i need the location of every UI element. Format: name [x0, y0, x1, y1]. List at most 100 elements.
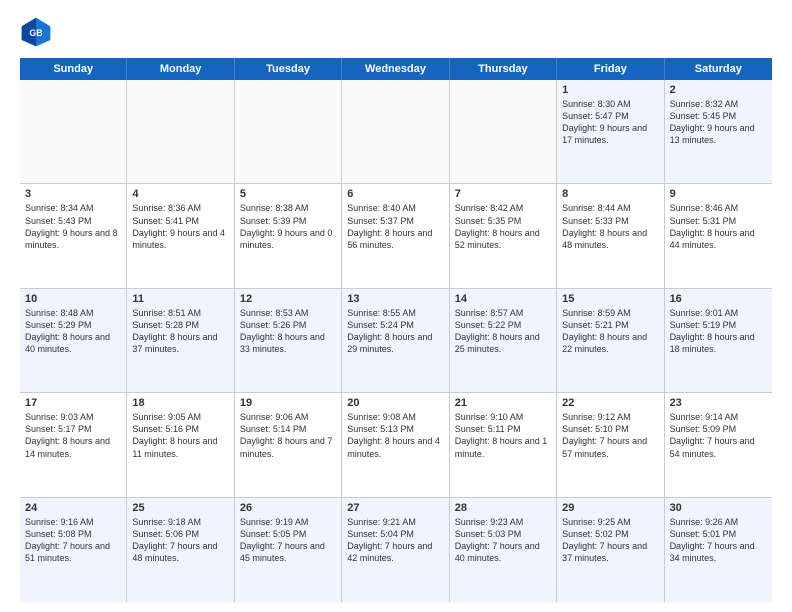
day-number: 7: [455, 188, 551, 200]
calendar-cell: [20, 80, 127, 183]
svg-text:GB: GB: [29, 28, 42, 38]
day-number: 20: [347, 397, 443, 409]
header-day-monday: Monday: [127, 58, 234, 80]
calendar-cell: 20Sunrise: 9:08 AM Sunset: 5:13 PM Dayli…: [342, 393, 449, 496]
day-number: 21: [455, 397, 551, 409]
calendar-header: SundayMondayTuesdayWednesdayThursdayFrid…: [20, 58, 772, 80]
calendar-cell: 12 Sunrise: 8:53 AM Sunset: 5:26 PM Dayli…: [235, 289, 342, 392]
day-info: Sunrise: 9:26 AM Sunset: 5:01 PM Dayligh…: [670, 516, 767, 565]
calendar-cell: 6Sunrise: 8:40 AM Sunset: 5:37 PM Daylig…: [342, 184, 449, 287]
day-number: 8: [562, 188, 658, 200]
calendar-cell: 22Sunrise: 9:12 AM Sunset: 5:10 PM Dayli…: [557, 393, 664, 496]
logo: GB: [20, 16, 56, 48]
day-number: 28: [455, 502, 551, 514]
day-info: Sunrise: 8:40 AM Sunset: 5:37 PM Dayligh…: [347, 202, 443, 251]
day-info: Sunrise: 8:38 AM Sunset: 5:39 PM Dayligh…: [240, 202, 336, 251]
calendar-cell: 10 Sunrise: 8:48 AM Sunset: 5:29 PM Dayli…: [20, 289, 127, 392]
calendar-cell: 25 Sunrise: 9:18 AM Sunset: 5:06 PM Dayli…: [127, 498, 234, 602]
calendar-cell: 2Sunrise: 8:32 AM Sunset: 5:45 PM Daylig…: [665, 80, 772, 183]
header-day-friday: Friday: [557, 58, 664, 80]
day-number: 3: [25, 188, 121, 200]
header-day-saturday: Saturday: [665, 58, 772, 80]
calendar-row-4: 17 Sunrise: 9:03 AM Sunset: 5:17 PM Dayli…: [20, 393, 772, 497]
day-info: Sunrise: 9:18 AM Sunset: 5:06 PM Dayligh…: [132, 516, 228, 565]
calendar-cell: 18Sunrise: 9:05 AM Sunset: 5:16 PM Dayli…: [127, 393, 234, 496]
logo-icon: GB: [20, 16, 52, 48]
day-info: Sunrise: 8:30 AM Sunset: 5:47 PM Dayligh…: [562, 98, 658, 147]
day-info: Sunrise: 9:21 AM Sunset: 5:04 PM Dayligh…: [347, 516, 443, 565]
calendar-cell: 16 Sunrise: 9:01 AM Sunset: 5:19 PM Dayli…: [665, 289, 772, 392]
day-number: 11: [132, 293, 228, 305]
calendar-cell: [450, 80, 557, 183]
day-info: Sunrise: 9:05 AM Sunset: 5:16 PM Dayligh…: [132, 411, 228, 460]
calendar-cell: 4Sunrise: 8:36 AM Sunset: 5:41 PM Daylig…: [127, 184, 234, 287]
day-info: Sunrise: 8:57 AM Sunset: 5:22 PM Dayligh…: [455, 307, 551, 356]
day-number: 14: [455, 293, 551, 305]
day-number: 25: [132, 502, 228, 514]
day-info: Sunrise: 9:14 AM Sunset: 5:09 PM Dayligh…: [670, 411, 767, 460]
calendar-cell: [127, 80, 234, 183]
calendar-cell: 27 Sunrise: 9:21 AM Sunset: 5:04 PM Dayli…: [342, 498, 449, 602]
calendar-cell: [342, 80, 449, 183]
day-number: 17: [25, 397, 121, 409]
calendar-cell: 11 Sunrise: 8:51 AM Sunset: 5:28 PM Dayli…: [127, 289, 234, 392]
calendar: SundayMondayTuesdayWednesdayThursdayFrid…: [20, 58, 772, 602]
header-day-wednesday: Wednesday: [342, 58, 449, 80]
header-day-tuesday: Tuesday: [235, 58, 342, 80]
day-info: Sunrise: 8:51 AM Sunset: 5:28 PM Dayligh…: [132, 307, 228, 356]
day-number: 27: [347, 502, 443, 514]
day-info: Sunrise: 8:34 AM Sunset: 5:43 PM Dayligh…: [25, 202, 121, 251]
day-info: Sunrise: 8:42 AM Sunset: 5:35 PM Dayligh…: [455, 202, 551, 251]
day-number: 30: [670, 502, 767, 514]
calendar-cell: 19Sunrise: 9:06 AM Sunset: 5:14 PM Dayli…: [235, 393, 342, 496]
day-number: 23: [670, 397, 767, 409]
day-number: 2: [670, 84, 767, 96]
calendar-cell: 15Sunrise: 8:59 AM Sunset: 5:21 PM Dayli…: [557, 289, 664, 392]
calendar-cell: 14 Sunrise: 8:57 AM Sunset: 5:22 PM Dayli…: [450, 289, 557, 392]
calendar-body: 1 Sunrise: 8:30 AM Sunset: 5:47 PM Daylig…: [20, 80, 772, 602]
calendar-cell: 26 Sunrise: 9:19 AM Sunset: 5:05 PM Dayli…: [235, 498, 342, 602]
day-number: 24: [25, 502, 121, 514]
day-info: Sunrise: 8:46 AM Sunset: 5:31 PM Dayligh…: [670, 202, 767, 251]
calendar-cell: 23 Sunrise: 9:14 AM Sunset: 5:09 PM Dayli…: [665, 393, 772, 496]
day-number: 26: [240, 502, 336, 514]
calendar-cell: 9 Sunrise: 8:46 AM Sunset: 5:31 PM Daylig…: [665, 184, 772, 287]
day-number: 12: [240, 293, 336, 305]
header: GB: [20, 16, 772, 48]
calendar-cell: 5 Sunrise: 8:38 AM Sunset: 5:39 PM Daylig…: [235, 184, 342, 287]
calendar-cell: 28 Sunrise: 9:23 AM Sunset: 5:03 PM Dayli…: [450, 498, 557, 602]
calendar-row-2: 3 Sunrise: 8:34 AM Sunset: 5:43 PM Daylig…: [20, 184, 772, 288]
day-info: Sunrise: 8:48 AM Sunset: 5:29 PM Dayligh…: [25, 307, 121, 356]
calendar-cell: 13 Sunrise: 8:55 AM Sunset: 5:24 PM Dayli…: [342, 289, 449, 392]
calendar-cell: 3 Sunrise: 8:34 AM Sunset: 5:43 PM Daylig…: [20, 184, 127, 287]
day-info: Sunrise: 9:01 AM Sunset: 5:19 PM Dayligh…: [670, 307, 767, 356]
day-number: 22: [562, 397, 658, 409]
day-info: Sunrise: 8:53 AM Sunset: 5:26 PM Dayligh…: [240, 307, 336, 356]
day-info: Sunrise: 8:55 AM Sunset: 5:24 PM Dayligh…: [347, 307, 443, 356]
day-info: Sunrise: 8:44 AM Sunset: 5:33 PM Dayligh…: [562, 202, 658, 251]
day-number: 4: [132, 188, 228, 200]
day-info: Sunrise: 9:16 AM Sunset: 5:08 PM Dayligh…: [25, 516, 121, 565]
page: GB SundayMondayTuesdayWednesdayThursdayF…: [0, 0, 792, 612]
day-info: Sunrise: 9:03 AM Sunset: 5:17 PM Dayligh…: [25, 411, 121, 460]
calendar-cell: 21 Sunrise: 9:10 AM Sunset: 5:11 PM Dayli…: [450, 393, 557, 496]
day-number: 9: [670, 188, 767, 200]
header-day-thursday: Thursday: [450, 58, 557, 80]
day-number: 10: [25, 293, 121, 305]
calendar-cell: 30 Sunrise: 9:26 AM Sunset: 5:01 PM Dayli…: [665, 498, 772, 602]
day-number: 19: [240, 397, 336, 409]
header-day-sunday: Sunday: [20, 58, 127, 80]
day-number: 5: [240, 188, 336, 200]
calendar-row-3: 10 Sunrise: 8:48 AM Sunset: 5:29 PM Dayli…: [20, 289, 772, 393]
day-number: 1: [562, 84, 658, 96]
calendar-row-1: 1 Sunrise: 8:30 AM Sunset: 5:47 PM Daylig…: [20, 80, 772, 184]
day-number: 29: [562, 502, 658, 514]
day-info: Sunrise: 9:10 AM Sunset: 5:11 PM Dayligh…: [455, 411, 551, 460]
day-info: Sunrise: 9:19 AM Sunset: 5:05 PM Dayligh…: [240, 516, 336, 565]
day-number: 16: [670, 293, 767, 305]
day-number: 13: [347, 293, 443, 305]
day-info: Sunrise: 9:23 AM Sunset: 5:03 PM Dayligh…: [455, 516, 551, 565]
calendar-cell: 17 Sunrise: 9:03 AM Sunset: 5:17 PM Dayli…: [20, 393, 127, 496]
calendar-cell: 7 Sunrise: 8:42 AM Sunset: 5:35 PM Daylig…: [450, 184, 557, 287]
day-info: Sunrise: 8:59 AM Sunset: 5:21 PM Dayligh…: [562, 307, 658, 356]
